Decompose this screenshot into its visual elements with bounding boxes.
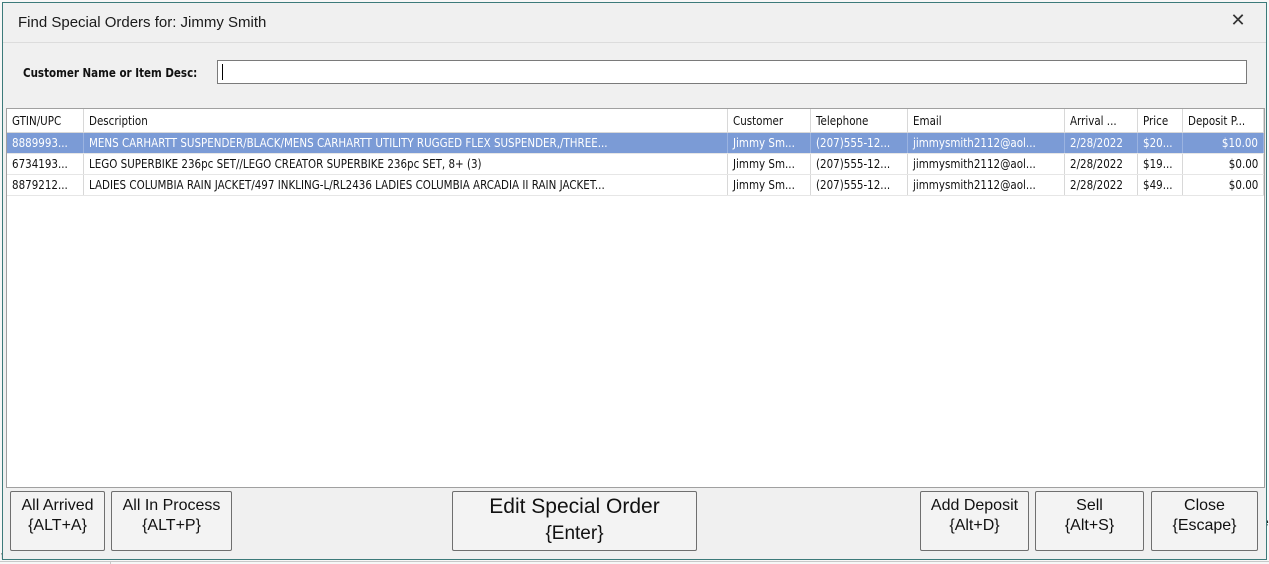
cell-price: $20...: [1137, 132, 1184, 154]
orders-table: GTIN/UPC Description Customer Telephone …: [7, 109, 1264, 196]
cell-deposit: $0.00: [1182, 153, 1264, 175]
cell-description: LADIES COLUMBIA RAIN JACKET/497 INKLING-…: [83, 174, 729, 196]
cell-arrival: 2/28/2022: [1064, 132, 1138, 154]
all-arrived-shortcut: {ALT+A}: [28, 517, 87, 534]
cell-email: jimmysmith2112@aol...: [907, 174, 1066, 196]
cell-arrival: 2/28/2022: [1064, 174, 1138, 196]
cell-gtin: 6734193...: [7, 153, 85, 175]
cell-deposit: $10.00: [1182, 132, 1264, 154]
find-special-orders-dialog: Find Special Orders for: Jimmy Smith ✕ C…: [2, 2, 1267, 560]
dialog-title: Find Special Orders for: Jimmy Smith: [18, 14, 267, 31]
text-caret: [222, 64, 223, 80]
search-label: Customer Name or Item Desc:: [23, 66, 198, 80]
all-in-process-button[interactable]: All In Process {ALT+P}: [111, 491, 232, 551]
cell-price: $49...: [1137, 174, 1184, 196]
special-orders-grid[interactable]: GTIN/UPC Description Customer Telephone …: [6, 108, 1265, 488]
column-header-description[interactable]: Description: [83, 109, 729, 133]
column-header-gtin[interactable]: GTIN/UPC: [7, 109, 85, 133]
search-input[interactable]: [217, 60, 1247, 84]
cell-telephone: (207)555-12...: [810, 132, 909, 154]
cell-gtin: 8879212...: [7, 174, 85, 196]
cell-deposit: $0.00: [1182, 174, 1264, 196]
all-in-process-label: All In Process: [122, 497, 221, 514]
table-row[interactable]: 8879212... LADIES COLUMBIA RAIN JACKET/4…: [7, 174, 1264, 196]
cell-telephone: (207)555-12...: [810, 174, 909, 196]
column-header-arrival[interactable]: Arrival ...: [1064, 109, 1138, 133]
edit-special-order-button[interactable]: Edit Special Order {Enter}: [452, 491, 697, 551]
cell-description: LEGO SUPERBIKE 236pc SET//LEGO CREATOR S…: [83, 153, 729, 175]
all-arrived-button[interactable]: All Arrived {ALT+A}: [10, 491, 105, 551]
edit-special-order-label: Edit Special Order: [489, 495, 660, 518]
add-deposit-button[interactable]: Add Deposit {Alt+D}: [920, 491, 1029, 551]
title-bar: Find Special Orders for: Jimmy Smith ✕: [3, 3, 1266, 43]
close-icon[interactable]: ✕: [1228, 11, 1248, 31]
cell-description: MENS CARHARTT SUSPENDER/BLACK/MENS CARHA…: [83, 132, 729, 154]
add-deposit-label: Add Deposit: [930, 497, 1019, 514]
column-header-price[interactable]: Price: [1137, 109, 1184, 133]
cell-gtin: 8889993...: [7, 132, 85, 154]
table-row[interactable]: 6734193... LEGO SUPERBIKE 236pc SET//LEG…: [7, 153, 1264, 175]
cell-customer: Jimmy Sm...: [727, 153, 811, 175]
column-header-telephone[interactable]: Telephone: [810, 109, 909, 133]
sell-button[interactable]: Sell {Alt+S}: [1035, 491, 1144, 551]
sell-label: Sell: [1076, 497, 1103, 514]
close-shortcut: {Escape}: [1172, 517, 1237, 534]
column-header-customer[interactable]: Customer: [727, 109, 811, 133]
column-header-email[interactable]: Email: [907, 109, 1066, 133]
column-header-deposit[interactable]: Deposit P...: [1182, 109, 1264, 133]
cell-telephone: (207)555-12...: [810, 153, 909, 175]
all-in-process-shortcut: {ALT+P}: [142, 517, 201, 534]
cell-arrival: 2/28/2022: [1064, 153, 1138, 175]
background-divider: [0, 561, 1269, 562]
close-button[interactable]: Close {Escape}: [1151, 491, 1258, 551]
cell-price: $19...: [1137, 153, 1184, 175]
table-row[interactable]: 8889993... MENS CARHARTT SUSPENDER/BLACK…: [7, 132, 1264, 154]
cell-customer: Jimmy Sm...: [727, 132, 811, 154]
all-arrived-label: All Arrived: [21, 497, 94, 514]
add-deposit-shortcut: {Alt+D}: [949, 517, 1000, 534]
sell-shortcut: {Alt+S}: [1064, 517, 1115, 534]
header-row: GTIN/UPC Description Customer Telephone …: [7, 109, 1264, 133]
edit-special-order-shortcut: {Enter}: [545, 523, 604, 544]
cell-customer: Jimmy Sm...: [727, 174, 811, 196]
cell-email: jimmysmith2112@aol...: [907, 132, 1066, 154]
cell-email: jimmysmith2112@aol...: [907, 153, 1066, 175]
close-label: Close: [1184, 497, 1225, 514]
